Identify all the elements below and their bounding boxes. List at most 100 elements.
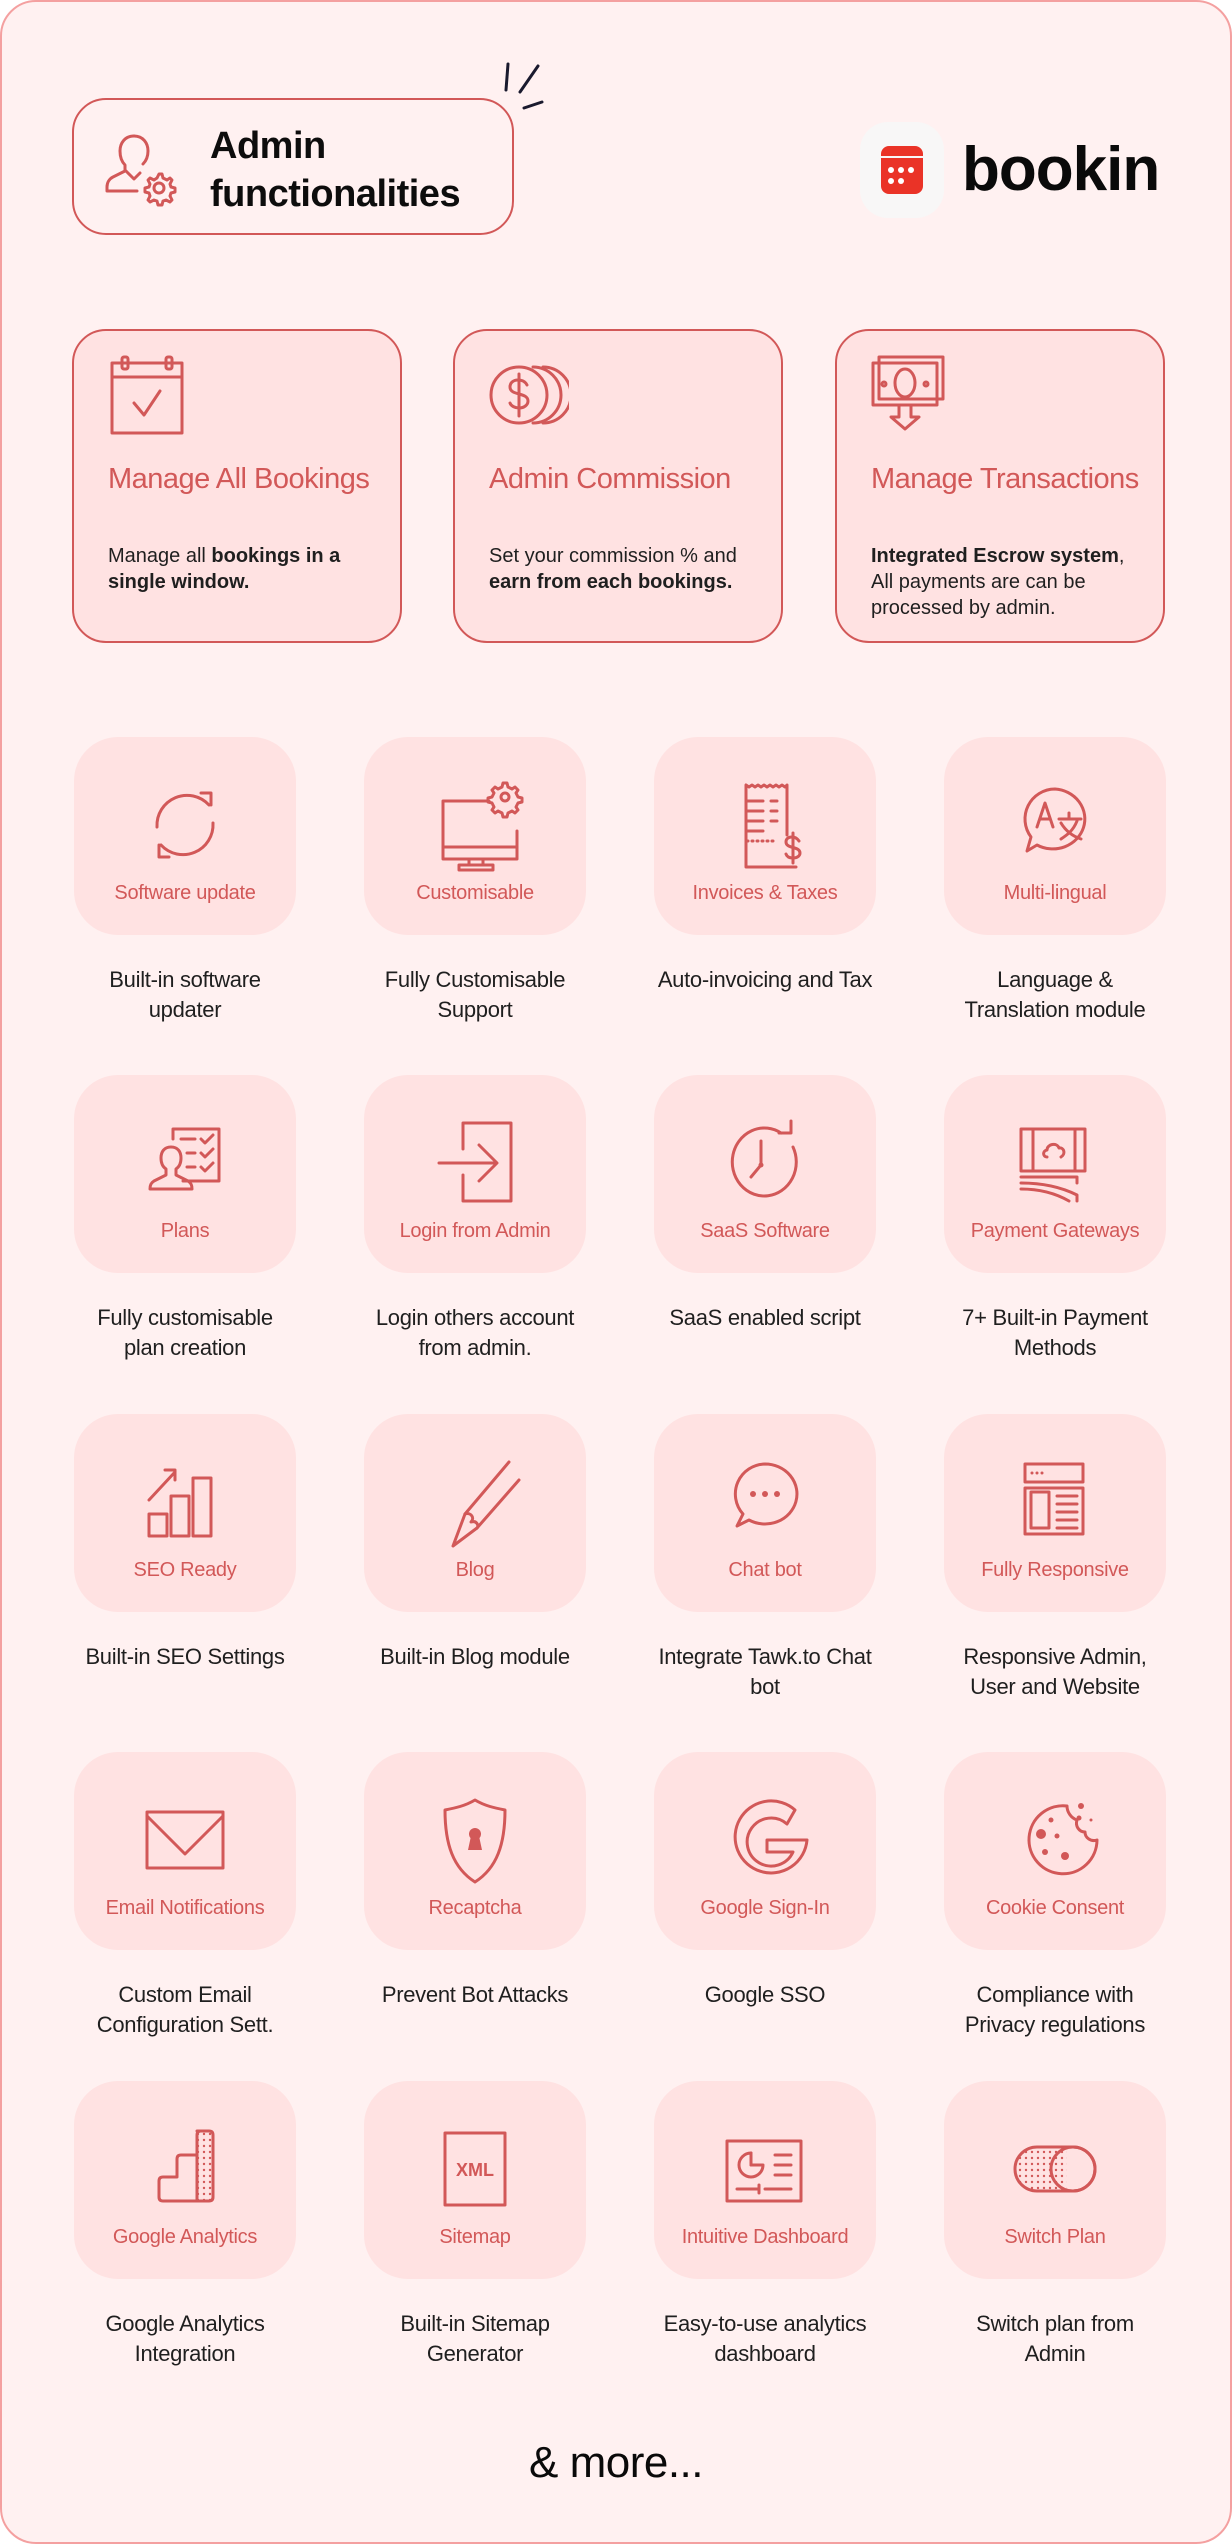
more-text: & more... xyxy=(529,2438,704,2487)
user-checklist-icon xyxy=(148,1127,221,1191)
xml-file-icon: XML xyxy=(443,2131,507,2207)
feature-item: SaaS Software SaaS enabled script xyxy=(654,1075,876,1333)
desc-text: Manage all xyxy=(108,545,212,567)
feature-description: Prevent Bot Attacks xyxy=(381,1982,569,2007)
toggle-switch-icon xyxy=(1013,2145,1097,2193)
feature-tile: Chat bot xyxy=(654,1414,876,1612)
calendar-icon xyxy=(881,146,923,194)
highlight-desc: Set your commission % and earn from each… xyxy=(489,543,769,595)
feature-description: Built-in Sitemap Generator xyxy=(400,2311,550,2366)
cookie-icon xyxy=(1027,1803,1099,1876)
desc-bold: earn from each bookings. xyxy=(489,571,733,593)
translate-bubble-icon xyxy=(1023,787,1087,853)
highlight-desc: Integrated Escrow system, All payments a… xyxy=(871,543,1151,621)
feature-label: Intuitive Dashboard xyxy=(681,2226,849,2248)
feature-item: Chat bot Integrate Tawk.to Chat bot xyxy=(654,1414,876,1702)
desc-bold: Integrated Escrow system xyxy=(871,545,1119,567)
feature-item: Invoices & Taxes Auto-invoicing and Tax xyxy=(654,737,876,995)
feature-tile: Intuitive Dashboard xyxy=(654,2081,876,2279)
feature-item: Blog Built-in Blog module xyxy=(364,1414,586,1672)
title-line-2: functionalities xyxy=(210,173,461,215)
feature-item: Google Sign-In Google SSO xyxy=(654,1752,876,2010)
desc-text: Set your commission % and xyxy=(489,545,737,567)
feature-description: Google Analytics Integration xyxy=(105,2311,265,2366)
feature-tile: Multi-lingual xyxy=(944,737,1166,935)
feature-description: Auto-invoicing and Tax xyxy=(657,967,873,992)
feature-description: Integrate Tawk.to Chat bot xyxy=(658,1644,872,1699)
xml-label: XML xyxy=(456,2160,494,2180)
feature-description: Custom Email Configuration Sett. xyxy=(96,1982,274,2037)
feature-description: Language & Translation module xyxy=(964,967,1146,1022)
feature-description: Login others account from admin. xyxy=(375,1305,575,1360)
feature-tile: Email Notifications xyxy=(74,1752,296,1950)
feature-tile: XML Sitemap xyxy=(364,2081,586,2279)
shield-keyhole-icon xyxy=(443,1798,507,1884)
feature-label: SaaS Software xyxy=(700,1220,830,1242)
highlight-card-commission: Admin Commission Set your commission % a… xyxy=(453,329,783,643)
dashboard-chart-icon xyxy=(725,2139,803,2203)
feature-tile: Fully Responsive xyxy=(944,1414,1166,1612)
clock-refresh-icon xyxy=(730,1119,798,1198)
feature-description: Fully Customisable Support xyxy=(384,967,566,1022)
brand-logo: bookin xyxy=(860,122,1160,218)
feature-item: Fully Responsive Responsive Admin, User a… xyxy=(944,1414,1166,1702)
logo-tile xyxy=(860,122,944,218)
feature-label: Sitemap xyxy=(439,2226,511,2248)
feature-item: Payment Gateways 7+ Built-in Payment Meth… xyxy=(944,1075,1166,1363)
feature-label: Chat bot xyxy=(728,1559,802,1581)
feature-label: Recaptcha xyxy=(428,1897,522,1919)
feature-item: Google Analytics Google Analytics Integra… xyxy=(74,2081,296,2369)
feature-description: Built-in SEO Settings xyxy=(85,1644,285,1669)
feature-tile: Cookie Consent xyxy=(944,1752,1166,1950)
feature-tile: SEO Ready xyxy=(74,1414,296,1612)
feature-tile: Recaptcha xyxy=(364,1752,586,1950)
feature-tile: Blog xyxy=(364,1414,586,1612)
feature-sheet: Admin functionalities bookin Manage All … xyxy=(0,0,1232,2544)
feature-tile: Payment Gateways xyxy=(944,1075,1166,1273)
invoice-dollar-icon xyxy=(744,783,802,869)
feature-label: Invoices & Taxes xyxy=(692,882,838,904)
feature-item: XML Sitemap Built-in Sitemap Generator xyxy=(364,2081,586,2369)
payment-cards-icon xyxy=(1019,1127,1087,1203)
feature-label: Switch Plan xyxy=(1004,2226,1106,2248)
feature-tile: Google Sign-In xyxy=(654,1752,876,1950)
envelope-icon xyxy=(145,1810,225,1870)
bar-chart-growth-icon xyxy=(147,1468,213,1538)
feature-tile: Google Analytics xyxy=(74,2081,296,2279)
highlight-desc: Manage all bookings in a single window. xyxy=(108,543,388,595)
title-line-1: Admin xyxy=(210,125,326,167)
feature-item: SEO Ready Built-in SEO Settings xyxy=(74,1414,296,1672)
feature-tile: Invoices & Taxes xyxy=(654,737,876,935)
brand-name: bookin xyxy=(962,135,1160,204)
highlight-title: Manage All Bookings xyxy=(108,463,370,495)
feature-item: Software update Built-in software updater xyxy=(74,737,296,1025)
feature-item: Plans Fully customisable plan creation xyxy=(74,1075,296,1363)
feature-tile: Customisable xyxy=(364,737,586,935)
title-badge: Admin functionalities xyxy=(72,98,514,235)
feature-label: SEO Ready xyxy=(133,1559,237,1581)
highlight-card-transactions: Manage Transactions Integrated Escrow sy… xyxy=(835,329,1165,643)
feature-label: Cookie Consent xyxy=(985,1897,1125,1919)
login-icon xyxy=(437,1121,513,1203)
feature-item: Cookie Consent Compliance with Privacy re… xyxy=(944,1752,1166,2040)
feature-label: Login from Admin xyxy=(399,1220,551,1242)
feature-description: Compliance with Privacy regulations xyxy=(964,1982,1146,2037)
coins-dollar-icon xyxy=(489,365,569,425)
chat-bubble-icon xyxy=(733,1462,799,1528)
feature-item: Switch Plan Switch plan from Admin xyxy=(944,2081,1166,2369)
highlight-title: Manage Transactions xyxy=(871,463,1139,495)
feature-description: Built-in software updater xyxy=(109,967,261,1022)
google-analytics-icon xyxy=(157,2129,215,2203)
feature-description: Built-in Blog module xyxy=(380,1644,570,1669)
feature-item: Customisable Fully Customisable Support xyxy=(364,737,586,1025)
feature-label: Email Notifications xyxy=(105,1897,265,1919)
sparkle-icon xyxy=(504,62,544,110)
feature-label: Fully Responsive xyxy=(981,1559,1129,1581)
feature-label: Plans xyxy=(160,1220,210,1242)
admin-gear-icon xyxy=(105,134,177,207)
feature-description: 7+ Built-in Payment Methods xyxy=(962,1305,1148,1360)
feature-label: Customisable xyxy=(416,882,534,904)
feature-tile: Login from Admin xyxy=(364,1075,586,1273)
feature-description: Responsive Admin, User and Website xyxy=(963,1644,1147,1699)
calendar-check-icon xyxy=(110,355,184,435)
